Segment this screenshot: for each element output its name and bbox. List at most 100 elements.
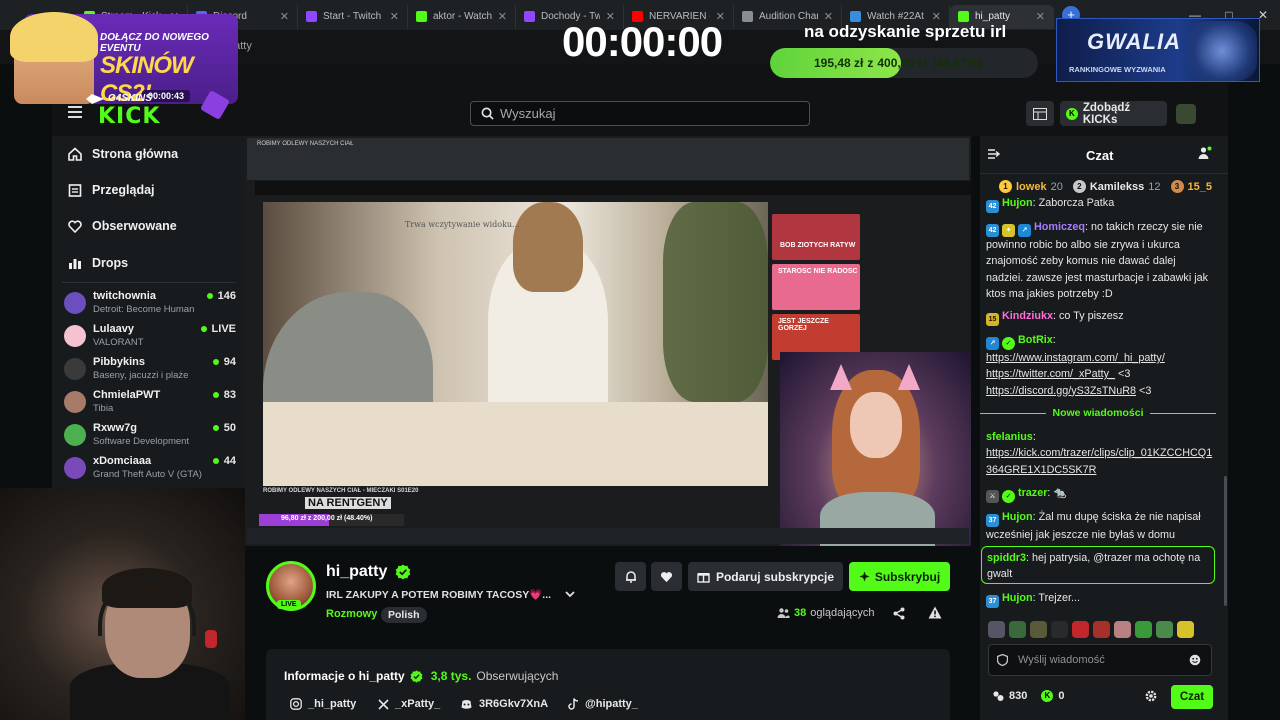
tab-close-icon[interactable]: ✕: [390, 10, 399, 23]
share-icon[interactable]: [893, 607, 905, 620]
notifications-button[interactable]: [615, 562, 646, 591]
chat-link[interactable]: https://twitter.com/_xPatty_: [986, 368, 1115, 380]
channel-name-row: hi_patty: [326, 563, 411, 581]
tab-close-icon[interactable]: ✕: [1036, 10, 1045, 23]
tab-close-icon[interactable]: ✕: [498, 10, 507, 23]
stream-tag[interactable]: Polish: [381, 607, 427, 623]
emote-icon[interactable]: [1030, 621, 1047, 638]
browser-tab[interactable]: Start - Twitch ✕: [298, 4, 408, 29]
browser-tab[interactable]: aktor - Watch ✕: [408, 4, 516, 29]
chat-username[interactable]: Kindziukx: [1002, 310, 1053, 322]
leader-entry[interactable]: 3 15_5: [1170, 180, 1212, 193]
social-tiktok[interactable]: @hipatty_: [568, 698, 638, 710]
emote-icon[interactable]: [1156, 621, 1173, 638]
arrow-badge-icon: ↗: [986, 337, 999, 350]
sidebar-channel[interactable]: Rxww7g Software Development 50: [64, 420, 236, 450]
social-discord[interactable]: 3R6Gkv7XnA: [460, 698, 548, 710]
chat-username[interactable]: spiddr3: [987, 552, 1026, 564]
search-input[interactable]: [500, 106, 790, 121]
social-instagram[interactable]: _hi_patty: [290, 698, 356, 710]
chat-message: 37 Hujon: Żal mu dupę ściska że nie napis…: [986, 511, 1201, 541]
chat-input-box[interactable]: [988, 644, 1212, 676]
leader-entry[interactable]: 1 lowek 20: [999, 180, 1063, 193]
chat-text: Zaborcza Patka: [1035, 197, 1115, 209]
chat-send-button[interactable]: Czat: [1171, 685, 1213, 709]
emote-icon[interactable]: [1072, 621, 1089, 638]
follow-button[interactable]: [651, 562, 682, 591]
viewer-count: 38 oglądających: [777, 607, 874, 619]
chat-users-icon[interactable]: [1198, 146, 1212, 160]
stream-category[interactable]: Rozmowy: [326, 608, 377, 620]
subscribe-button[interactable]: Subskrybuj: [849, 562, 950, 591]
gwalia-overlay: GWALIA RANKINGOWE WYZWANIA: [1056, 18, 1260, 82]
get-kicks-label: Zdobądź KICKs: [1082, 101, 1131, 126]
chat-scrollbar[interactable]: [1224, 476, 1227, 606]
social-x[interactable]: _xPatty_: [378, 698, 440, 710]
emote-icon[interactable]: [1051, 621, 1068, 638]
collapse-chat-icon[interactable]: [987, 148, 1000, 160]
gift-subscription-button[interactable]: Podaruj subskrypcje: [688, 562, 843, 591]
nav-browse[interactable]: Przeglądaj: [68, 180, 155, 200]
goal-separator: z: [867, 56, 874, 70]
chat-username[interactable]: trazer: [1018, 487, 1047, 499]
emote-icon[interactable]: [1177, 621, 1194, 638]
chat-link[interactable]: https://www.instagram.com/_hi_patty/: [986, 352, 1165, 364]
chat-username[interactable]: Hujon: [1002, 592, 1033, 604]
chat-username[interactable]: BotRix: [1018, 334, 1053, 346]
channel-points[interactable]: 830: [992, 690, 1027, 702]
emote-icon[interactable]: [1009, 621, 1026, 638]
gear-icon[interactable]: [1144, 689, 1158, 703]
chat-input[interactable]: [1018, 654, 1178, 666]
video-goal-bar: 96,80 zł z 200,00 zł (48.40%): [259, 514, 404, 526]
tab-close-icon[interactable]: ✕: [280, 10, 289, 23]
streamer-face: [850, 392, 902, 458]
arrow-badge-icon: ↗: [1018, 224, 1031, 237]
sidebar-channel[interactable]: ChmielaPWT Tibia 83: [64, 387, 236, 417]
tab-label: Start - Twitch: [323, 11, 382, 22]
tab-favicon: [416, 11, 427, 22]
channel-name: Rxww7g: [93, 422, 138, 434]
emote-icon[interactable]: [988, 621, 1005, 638]
followers-count: 3,8 tys.: [430, 669, 472, 683]
video-player[interactable]: ROBIMY ODLEWY NASZYCH CIAŁ Trwa wczytywa…: [245, 136, 971, 546]
channel-category: VALORANT: [93, 337, 144, 348]
chat-username[interactable]: Homiczeq: [1034, 221, 1085, 233]
nav-label: Przeglądaj: [92, 183, 155, 197]
search-box[interactable]: [470, 101, 810, 126]
user-avatar[interactable]: [1176, 104, 1196, 124]
chat-link[interactable]: https://kick.com/trazer/clips/clip_01KZC…: [986, 447, 1212, 475]
nav-drops[interactable]: Drops: [68, 253, 128, 273]
sidebar-channel[interactable]: Lulaavy VALORANT LIVE: [64, 321, 236, 351]
leader-entry[interactable]: 2 Kamilekss 12: [1072, 180, 1161, 193]
emote-icon[interactable]: [1135, 621, 1152, 638]
report-icon[interactable]: [928, 606, 942, 619]
chat-username[interactable]: Hujon: [1002, 511, 1033, 523]
layout-button[interactable]: [1026, 101, 1054, 126]
chat-username[interactable]: sfelanius: [986, 431, 1033, 443]
chat-username[interactable]: Hujon: [1002, 197, 1033, 209]
emoji-icon[interactable]: [1189, 654, 1201, 666]
browse-icon: [68, 184, 82, 197]
chat-message: spiddr3: hej patrysia, @trazer ma ochotę…: [987, 552, 1201, 581]
nav-following[interactable]: Obserwowane: [68, 216, 177, 236]
nav-home[interactable]: Strona główna: [68, 144, 178, 164]
verified-icon: [396, 564, 411, 580]
nav-label: Drops: [92, 256, 129, 270]
get-kicks-button[interactable]: K Zdobądź KICKs: [1060, 101, 1167, 126]
chevron-down-icon[interactable]: [564, 588, 576, 600]
sidebar-channel[interactable]: Pibbykins Baseny, jacuzzi i plaże 94: [64, 354, 236, 384]
sidebar-channel[interactable]: twitchownia Detroit: Become Human 146: [64, 288, 236, 318]
social-label: 3R6Gkv7XnA: [479, 698, 549, 710]
rank-medal-icon: 1: [999, 180, 1012, 193]
stream-timer: 00:00:00: [562, 18, 723, 65]
sidebar-channel[interactable]: xDomciaaa Grand Theft Auto V (GTA) 44: [64, 453, 236, 483]
emote-icon[interactable]: [1093, 621, 1110, 638]
kicks-balance[interactable]: K 0: [1041, 690, 1064, 702]
instagram-icon: [290, 698, 302, 710]
sidebar-divider: [62, 282, 236, 283]
chat-link[interactable]: https://discord.gg/yS3ZsTNuR8: [986, 385, 1136, 397]
related-thumb: BOB ZIOTYCH RATYW: [772, 214, 860, 260]
emote-icon[interactable]: [1114, 621, 1131, 638]
channel-name[interactable]: hi_patty: [326, 563, 387, 581]
tab-favicon: [306, 11, 317, 22]
